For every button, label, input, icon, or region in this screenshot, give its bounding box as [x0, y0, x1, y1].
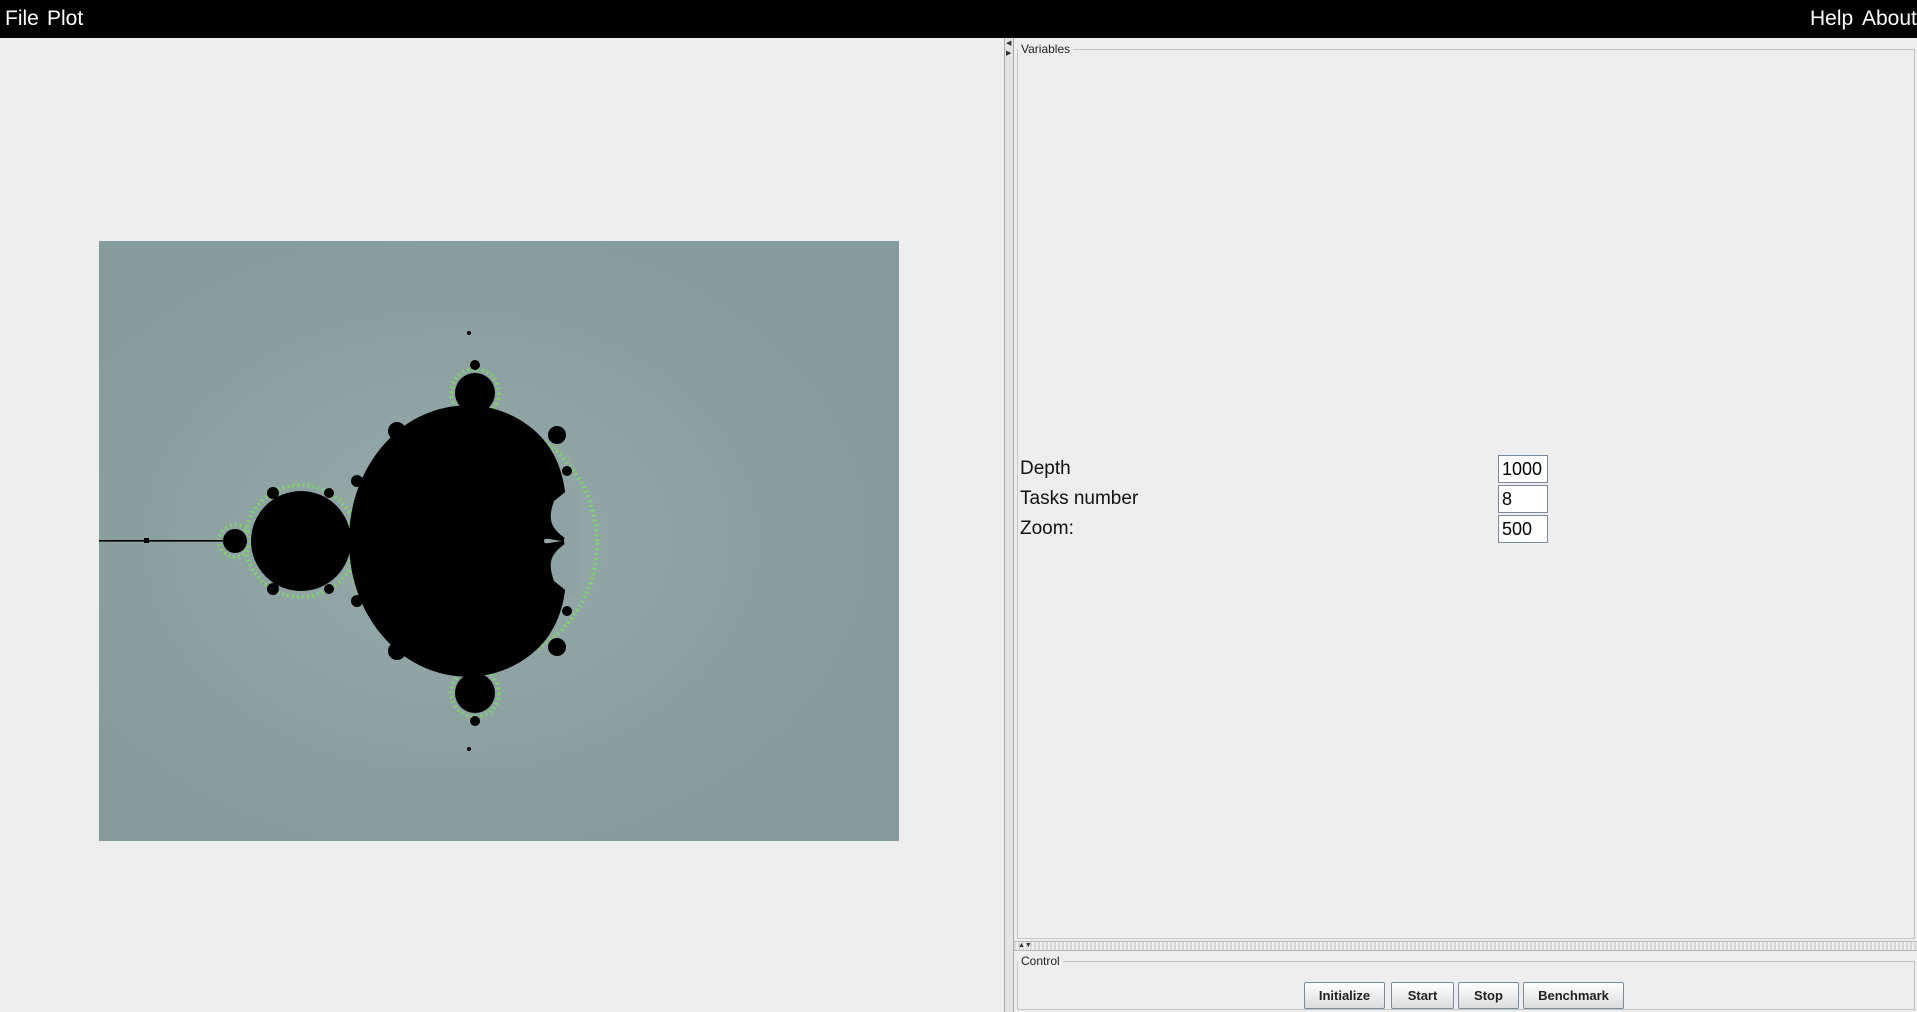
zoom-input[interactable] [1498, 515, 1548, 543]
vertical-split-divider[interactable]: ▲▼ [1014, 941, 1917, 951]
split-arrows-icon[interactable]: ▲▼ [1018, 942, 1032, 950]
collapse-right-icon[interactable]: ▶ [1006, 50, 1011, 58]
tasks-number-label: Tasks number [1020, 488, 1139, 509]
menu-help[interactable]: Help [1810, 7, 1853, 31]
right-panel: Variables Depth Tasks number Zoom: ▲▼ Co… [1014, 38, 1917, 1012]
depth-input[interactable] [1498, 455, 1548, 483]
initialize-button[interactable]: Initialize [1304, 982, 1385, 1009]
benchmark-button[interactable]: Benchmark [1523, 982, 1624, 1009]
collapse-left-icon[interactable]: ◀ [1006, 40, 1011, 48]
variables-panel: Variables Depth Tasks number Zoom: [1014, 38, 1917, 941]
menu-about[interactable]: About [1862, 7, 1917, 31]
zoom-label: Zoom: [1020, 518, 1074, 539]
stop-button[interactable]: Stop [1458, 982, 1519, 1009]
fractal-canvas[interactable] [99, 241, 899, 841]
split-divider[interactable]: ◀ ▶ [1004, 38, 1014, 1012]
control-title: Control [1018, 954, 1063, 968]
start-button[interactable]: Start [1391, 982, 1454, 1009]
menu-bar: File Plot Help About [0, 0, 1917, 38]
mandelbrot-image [99, 241, 899, 841]
menu-file[interactable]: File [5, 7, 39, 31]
tasks-number-input[interactable] [1498, 485, 1548, 513]
variables-title: Variables [1018, 42, 1074, 56]
variables-frame [1017, 49, 1915, 939]
control-panel: Control Initialize Start Stop Benchmark [1014, 951, 1917, 1012]
plot-area [0, 38, 1004, 1012]
depth-label: Depth [1020, 458, 1071, 479]
menu-plot[interactable]: Plot [47, 7, 83, 31]
